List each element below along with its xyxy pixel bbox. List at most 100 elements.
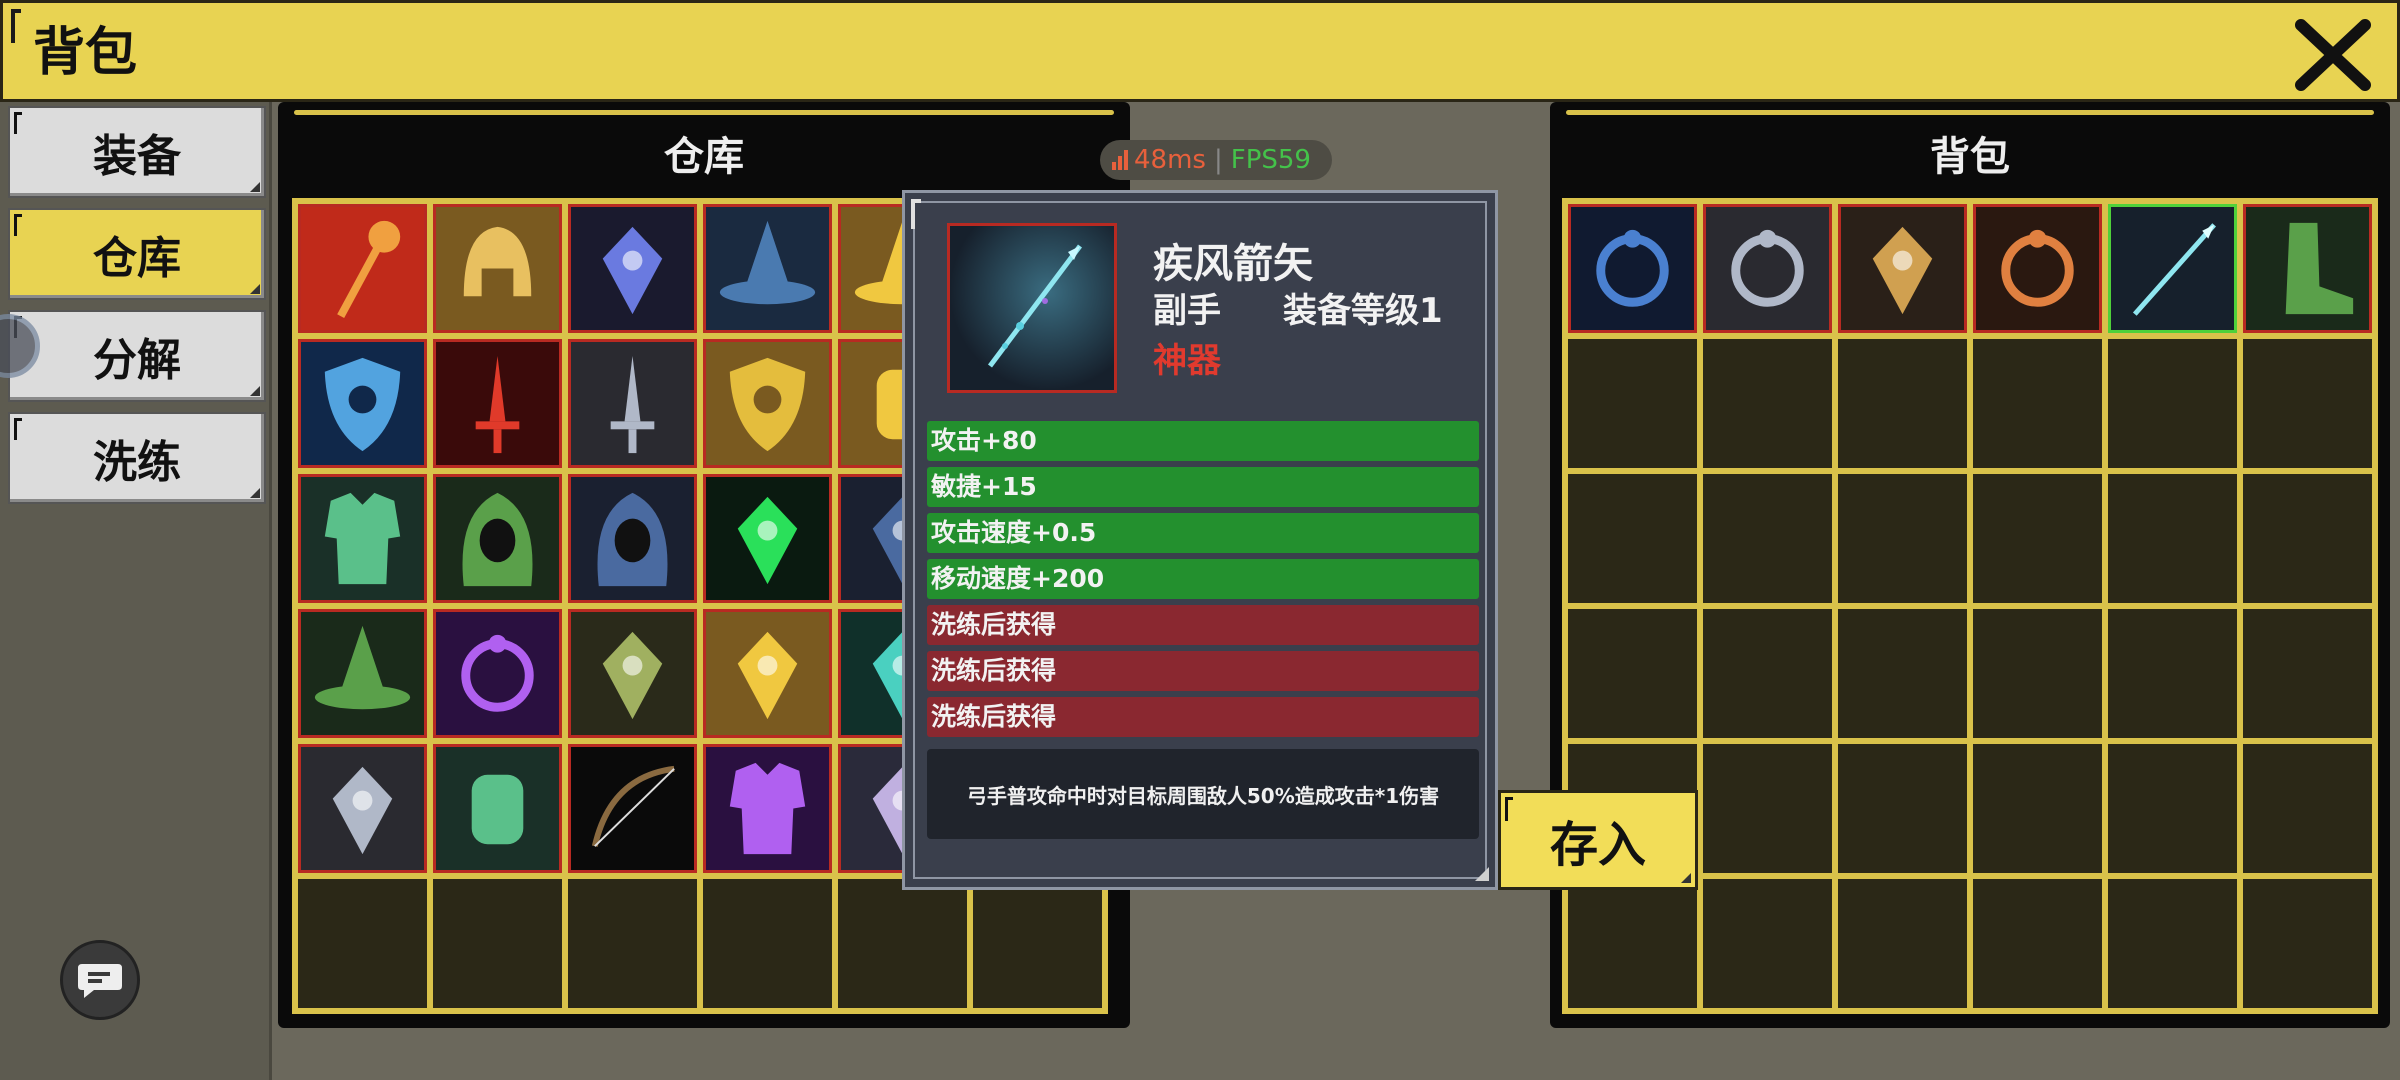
bag-title: 背包 [1930,134,2010,180]
corner-bracket [14,214,22,236]
corner-triangle [250,182,260,192]
item-tooltip: 疾风箭矢 副手 装备等级1 神器 攻击+80 敏捷+15 攻击速度+0.5 移动速度+… [902,190,1498,890]
empty-slot[interactable] [2243,474,2372,603]
stat-row: 攻击+80 [927,421,1479,461]
silver-amulet-icon[interactable] [298,744,427,873]
empty-slot[interactable] [1838,474,1967,603]
deposit-button[interactable]: 存入 [1498,790,1698,890]
tab-equipment[interactable]: 装备 [8,106,266,198]
empty-slot[interactable] [1703,744,1832,873]
ornate-amulet-icon[interactable] [1838,204,1967,333]
bow-icon[interactable] [568,744,697,873]
empty-slot[interactable] [1568,879,1697,1008]
empty-slot[interactable] [838,879,967,1008]
silver-ring-icon[interactable] [1703,204,1832,333]
leaf-necklace-icon[interactable] [568,609,697,738]
tab-label: 洗练 [93,437,181,488]
empty-slot[interactable] [433,879,562,1008]
corner-triangle [1681,873,1691,883]
empty-slot[interactable] [1568,339,1697,468]
empty-slot[interactable] [2243,879,2372,1008]
empty-slot[interactable] [1838,609,1967,738]
panel-accent-line [1566,110,2374,115]
top-bar: 背包 [0,0,2400,102]
empty-slot[interactable] [2108,474,2237,603]
corner-triangle [250,284,260,294]
tab-refine[interactable]: 洗练 [8,412,266,504]
empty-slot[interactable] [973,879,1102,1008]
tab-warehouse[interactable]: 仓库 [8,208,266,300]
empty-slot[interactable] [2108,879,2237,1008]
tab-label: 装备 [93,131,181,182]
close-icon [2295,19,2371,91]
empty-slot[interactable] [1973,474,2102,603]
green-boots-icon[interactable] [2243,204,2372,333]
gold-shield-icon[interactable] [703,339,832,468]
corner-bracket [14,112,22,134]
empty-slot[interactable] [1703,474,1832,603]
gold-amulet-icon[interactable] [703,609,832,738]
golden-helmet-icon[interactable] [433,204,562,333]
empty-slot[interactable] [2243,744,2372,873]
empty-slot[interactable] [568,879,697,1008]
empty-slot[interactable] [2108,744,2237,873]
wizard-hat-icon[interactable] [703,204,832,333]
tab-label: 仓库 [93,233,181,284]
empty-slot[interactable] [1568,474,1697,603]
item-level: 装备等级1 [1283,291,1443,331]
fps-value: FPS59 [1230,145,1311,175]
empty-slot[interactable] [1973,744,2102,873]
warehouse-title: 仓库 [664,134,744,180]
flame-staff-icon[interactable] [298,204,427,333]
empty-slot[interactable] [2108,609,2237,738]
stat-row: 洗练后获得 [927,697,1479,737]
wind-arrow-icon[interactable] [2108,204,2237,333]
empty-slot[interactable] [1838,879,1967,1008]
silver-sword-icon[interactable] [568,339,697,468]
blue-hood-icon[interactable] [568,474,697,603]
empty-slot[interactable] [1838,339,1967,468]
corner-triangle [250,386,260,396]
empty-slot[interactable] [1973,339,2102,468]
empty-slot[interactable] [1703,879,1832,1008]
empty-slot[interactable] [2243,339,2372,468]
close-button[interactable] [2293,17,2373,93]
empty-slot[interactable] [2108,339,2237,468]
jade-armor-icon[interactable] [298,474,427,603]
empty-slot[interactable] [1973,609,2102,738]
empty-slot[interactable] [1838,744,1967,873]
corner-triangle [250,488,260,498]
purple-ring-icon[interactable] [433,609,562,738]
wind-arrow-icon [947,223,1117,393]
sapphire-ring-icon[interactable] [1568,204,1697,333]
star-pendant-icon[interactable] [568,204,697,333]
stat-row: 攻击速度+0.5 [927,513,1479,553]
empty-slot[interactable] [1973,879,2102,1008]
green-hood-icon[interactable] [433,474,562,603]
fire-ring-icon[interactable] [1973,204,2102,333]
chat-icon [78,964,122,998]
corner-triangle [1475,867,1489,881]
item-rarity: 神器 [1153,341,1221,381]
empty-slot[interactable] [1568,609,1697,738]
tab-decompose[interactable]: 分解 [8,310,266,402]
crimson-sword-icon[interactable] [433,339,562,468]
purple-armor-icon[interactable] [703,744,832,873]
ping-value: 48ms [1134,145,1206,175]
emerald-necklace-icon[interactable] [703,474,832,603]
item-slot: 副手 [1153,291,1221,331]
network-status: 48ms | FPS59 [1100,140,1332,180]
green-wizard-hat-icon[interactable] [298,609,427,738]
bag-grid [1562,198,2378,1014]
jade-gauntlet-icon[interactable] [433,744,562,873]
stat-row: 移动速度+200 [927,559,1479,599]
deposit-label: 存入 [1549,817,1646,873]
ice-shield-icon[interactable] [298,339,427,468]
empty-slot[interactable] [1703,609,1832,738]
empty-slot[interactable] [298,879,427,1008]
sidebar-tabs: 装备 仓库 分解 洗练 [0,102,272,1080]
empty-slot[interactable] [2243,609,2372,738]
empty-slot[interactable] [1703,339,1832,468]
empty-slot[interactable] [703,879,832,1008]
chat-button[interactable] [60,940,140,1020]
